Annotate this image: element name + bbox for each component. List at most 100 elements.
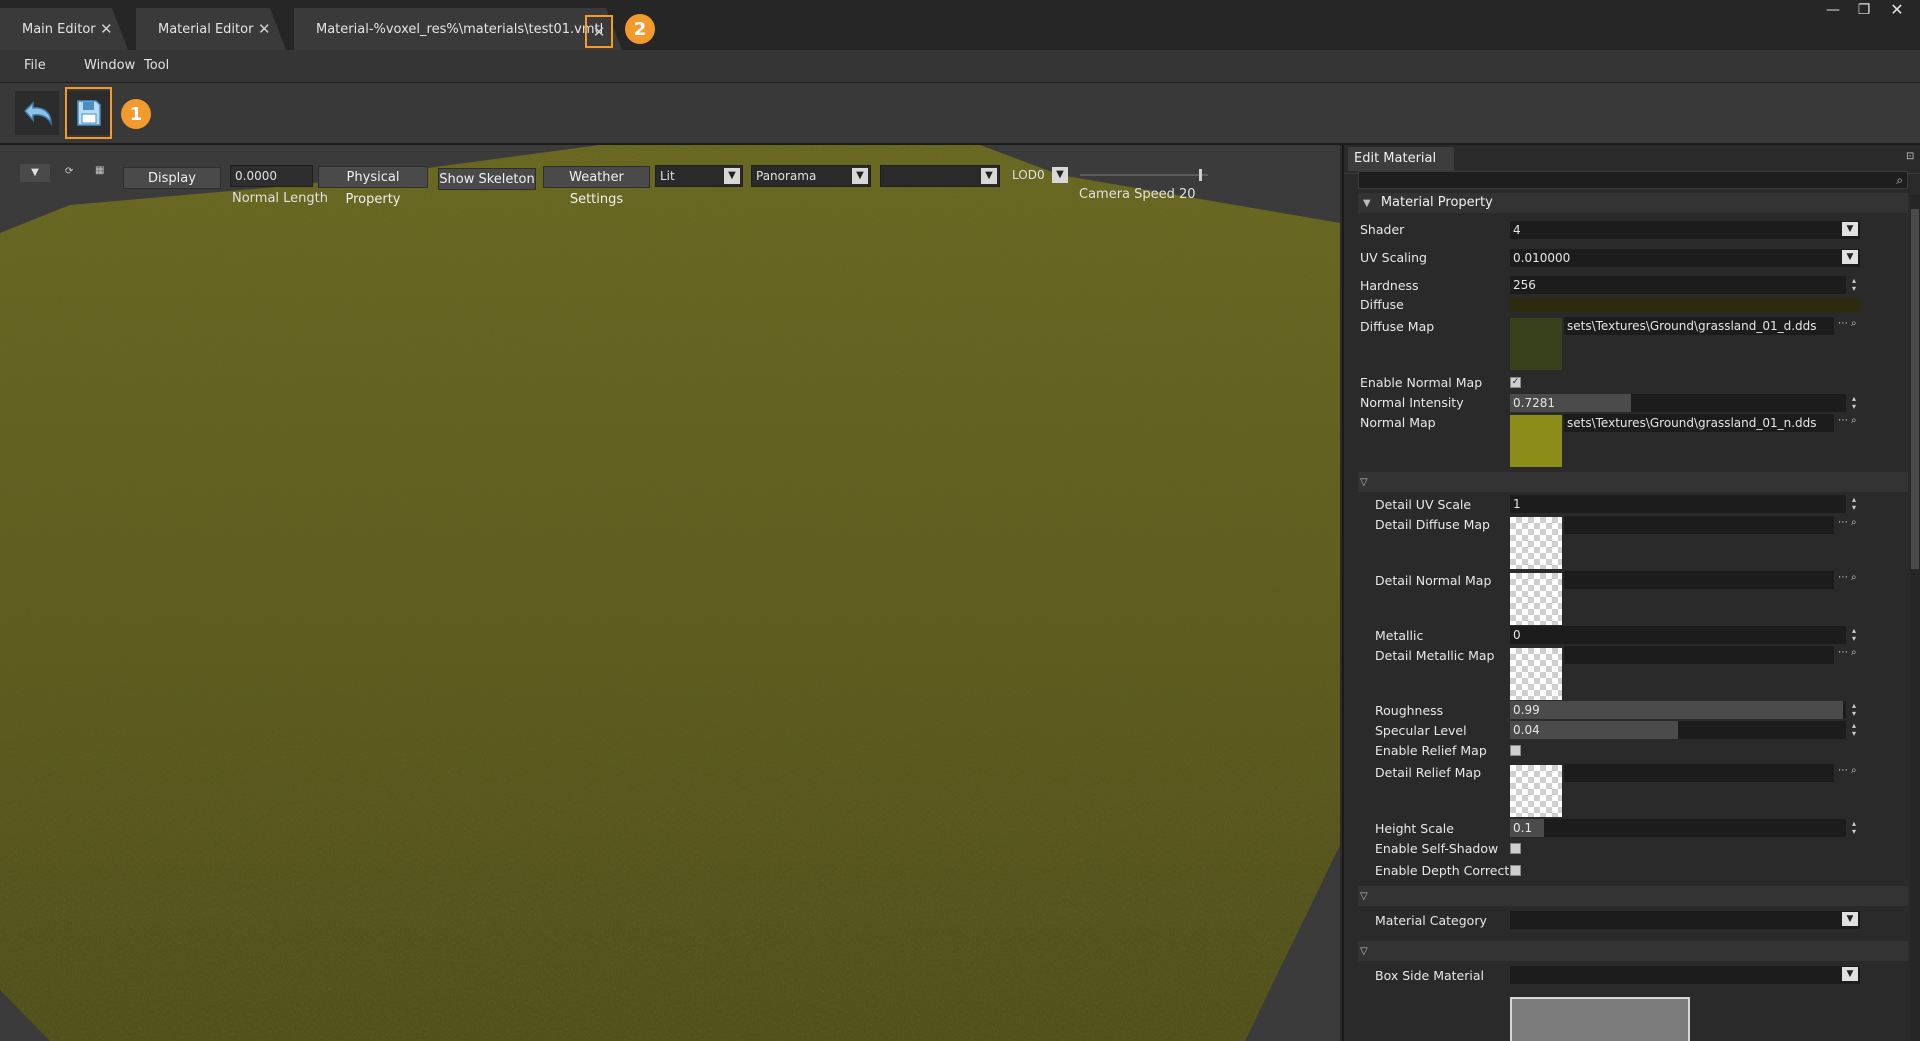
close-icon[interactable]: ✕ <box>258 20 271 38</box>
detail-diffuse-map-path[interactable] <box>1564 516 1834 534</box>
box-side-material-select[interactable]: ▼ <box>1510 966 1860 984</box>
diffuse-color-swatch[interactable] <box>1510 298 1860 312</box>
weather-settings-button[interactable]: Weather Settings <box>543 166 650 207</box>
chevron-down-icon: ▼ <box>1842 967 1858 981</box>
close-window-icon[interactable]: ✕ <box>1882 0 1912 20</box>
shader-value: 4 <box>1513 223 1521 237</box>
menu-tool[interactable]: Tool <box>144 58 169 73</box>
lighting-mode-value: Lit <box>660 169 675 183</box>
locate-icon[interactable]: ⌕ <box>1851 415 1857 426</box>
metallic-spinner[interactable]: ▴ ▾ <box>1850 627 1858 643</box>
enable-depth-correct-checkbox[interactable] <box>1510 865 1521 876</box>
background-select[interactable]: Panorama ▼ <box>751 165 871 187</box>
camera-speed-handle[interactable] <box>1199 169 1202 181</box>
scrollbar-thumb[interactable] <box>1911 209 1919 569</box>
category-section-header[interactable]: ▽ <box>1358 886 1908 906</box>
browse-icon[interactable]: ⋯ <box>1838 572 1848 583</box>
diffuse-map-thumbnail[interactable] <box>1510 318 1562 370</box>
detail-diffuse-map-thumbnail[interactable] <box>1510 517 1562 569</box>
box-side-material-label: Box Side Material <box>1375 968 1484 983</box>
lod-select[interactable]: LOD0 ▼ <box>1008 165 1070 187</box>
lighting-mode-select[interactable]: Lit ▼ <box>655 165 743 187</box>
save-button[interactable] <box>67 91 110 135</box>
normal-intensity-spinner[interactable]: ▴ ▾ <box>1850 395 1858 411</box>
detail-relief-map-path[interactable] <box>1564 764 1834 782</box>
browse-icon[interactable]: ⋯ <box>1838 517 1848 528</box>
enable-self-shadow-label: Enable Self-Shadow <box>1375 841 1499 856</box>
shader-label: Shader <box>1360 222 1405 237</box>
locate-icon[interactable]: ⌕ <box>1851 572 1857 583</box>
detail-metallic-map-label: Detail Metallic Map <box>1375 648 1495 663</box>
undo-button[interactable] <box>15 91 59 135</box>
detail-section-header[interactable]: ▽ <box>1358 472 1908 492</box>
box-side-material-preview[interactable] <box>1510 997 1690 1041</box>
tab-material-file[interactable]: Material-%voxel_res%\materials\test01.vm… <box>294 8 622 50</box>
tab-material-editor[interactable]: Material Editor ✕ <box>136 8 286 50</box>
chevron-down-icon: ▼ <box>1052 167 1068 183</box>
display-button[interactable]: Display <box>123 167 221 189</box>
menu-bar: File Window Tool <box>0 50 1920 83</box>
view-select[interactable]: ▼ <box>880 165 1000 187</box>
box-side-section-header[interactable]: ▽ <box>1358 941 1908 961</box>
physical-property-button[interactable]: Physical Property <box>318 166 428 207</box>
locate-icon[interactable]: ⌕ <box>1851 517 1857 528</box>
menu-file[interactable]: File <box>24 58 46 73</box>
enable-self-shadow-checkbox[interactable] <box>1510 843 1521 854</box>
normal-map-thumbnail[interactable] <box>1510 415 1562 467</box>
hardness-label: Hardness <box>1360 278 1419 293</box>
roughness-spinner[interactable]: ▴ ▾ <box>1850 702 1858 718</box>
browse-icon[interactable]: ⋯ <box>1838 318 1848 329</box>
specular-level-slider[interactable]: 0.04 <box>1510 721 1846 739</box>
hardness-spinner[interactable]: ▴ ▾ <box>1850 277 1858 293</box>
locate-icon[interactable]: ⌕ <box>1851 318 1857 329</box>
scrollbar-track[interactable] <box>1910 195 1920 1041</box>
metallic-input[interactable]: 0 <box>1510 626 1846 644</box>
diffuse-label: Diffuse <box>1360 297 1404 312</box>
locate-icon[interactable]: ⌕ <box>1851 765 1857 776</box>
detail-uv-scale-input[interactable]: 1 <box>1510 495 1846 513</box>
camera-speed-slider[interactable] <box>1080 169 1208 181</box>
viewport-menu-button[interactable]: ▼ <box>20 164 50 182</box>
diffuse-map-path[interactable]: sets\Textures\Ground\grassland_01_d.dds <box>1564 317 1834 335</box>
annotation-badge-2: 2 <box>625 14 655 44</box>
hardness-input[interactable]: 256 <box>1510 276 1846 294</box>
height-scale-slider[interactable]: 0.1 <box>1510 819 1846 837</box>
locate-icon[interactable]: ⌕ <box>1851 647 1857 658</box>
menu-window[interactable]: Window <box>84 58 135 73</box>
shader-select[interactable]: 4 ▼ <box>1510 221 1860 239</box>
close-icon[interactable]: ✕ <box>100 20 113 38</box>
restore-icon[interactable]: ❐ <box>1849 0 1879 20</box>
normal-length-input[interactable]: 0.0000 <box>230 165 313 187</box>
tab-bar: Main Editor ✕ Material Editor ✕ Material… <box>0 0 1920 50</box>
material-category-select[interactable]: ▼ <box>1510 911 1860 929</box>
height-scale-spinner[interactable]: ▴ ▾ <box>1850 820 1858 836</box>
show-skeleton-button[interactable]: Show Skeleton <box>438 168 536 190</box>
enable-normal-map-checkbox[interactable]: ✓ <box>1510 377 1521 388</box>
refresh-icon[interactable]: ⟳ <box>65 166 73 177</box>
close-tab-button[interactable]: ✕ <box>585 15 613 48</box>
material-property-section[interactable]: ▼ Material Property <box>1358 193 1908 213</box>
browse-icon[interactable]: ⋯ <box>1838 415 1848 426</box>
browse-icon[interactable]: ⋯ <box>1838 647 1848 658</box>
normal-map-path[interactable]: sets\Textures\Ground\grassland_01_n.dds <box>1564 414 1834 432</box>
detail-relief-map-thumbnail[interactable] <box>1510 765 1562 817</box>
pin-icon[interactable]: ⊡ <box>1906 151 1914 162</box>
browse-icon[interactable]: ⋯ <box>1838 765 1848 776</box>
detail-normal-map-path[interactable] <box>1564 571 1834 589</box>
tab-main-editor[interactable]: Main Editor ✕ <box>0 8 128 50</box>
normal-intensity-slider[interactable]: 0.7281 <box>1510 394 1846 412</box>
grid-toggle-icon[interactable]: ▦ <box>95 165 104 176</box>
detail-normal-map-label: Detail Normal Map <box>1375 573 1492 588</box>
edit-material-tab[interactable]: Edit Material <box>1348 147 1454 171</box>
enable-relief-map-checkbox[interactable] <box>1510 745 1521 756</box>
viewport[interactable]: ▼ ⟳ ▦ Display 0.0000 Normal Length Physi… <box>0 145 1340 1041</box>
detail-metallic-map-path[interactable] <box>1564 646 1834 664</box>
roughness-slider[interactable]: 0.99 <box>1510 701 1846 719</box>
detail-metallic-map-thumbnail[interactable] <box>1510 648 1562 700</box>
detail-normal-map-thumbnail[interactable] <box>1510 573 1562 625</box>
detail-uv-scale-spinner[interactable]: ▴ ▾ <box>1850 496 1858 512</box>
specular-level-spinner[interactable]: ▴ ▾ <box>1850 722 1858 738</box>
minimize-icon[interactable]: — <box>1818 0 1848 20</box>
property-search-input[interactable]: ⌕ <box>1358 171 1908 189</box>
uv-scaling-select[interactable]: 0.010000 ▼ <box>1510 249 1860 267</box>
